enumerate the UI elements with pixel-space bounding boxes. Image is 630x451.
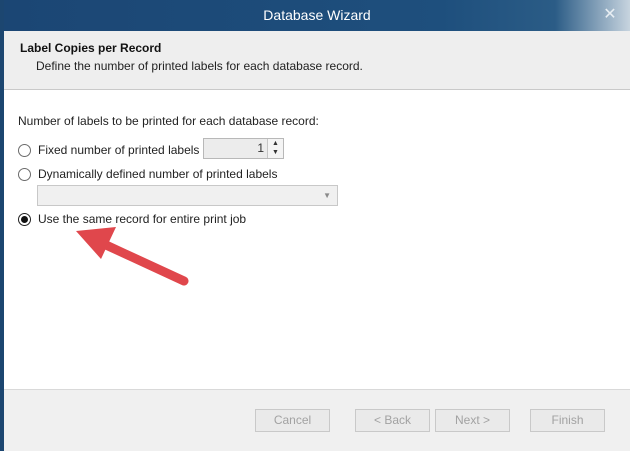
wizard-footer: Cancel < Back Next > Finish xyxy=(4,390,630,451)
back-button[interactable]: < Back xyxy=(355,409,430,432)
annotation-arrow xyxy=(76,227,189,286)
database-wizard-window: Database Wizard ✕ Label Copies per Recor… xyxy=(4,0,630,451)
next-button[interactable]: Next > xyxy=(435,409,510,432)
finish-button[interactable]: Finish xyxy=(530,409,605,432)
cancel-button[interactable]: Cancel xyxy=(255,409,330,432)
